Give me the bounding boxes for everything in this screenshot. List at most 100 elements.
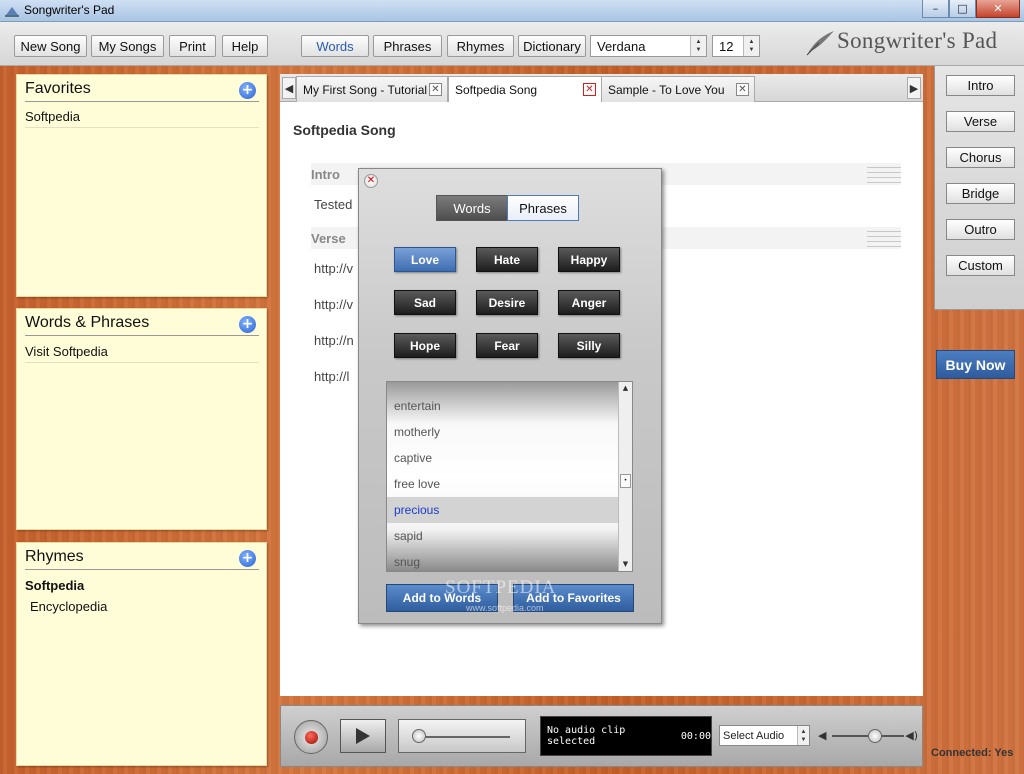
app-icon (5, 7, 19, 17)
select-audio-spin-icon[interactable]: ▲ ▼ (797, 726, 809, 745)
favorite-item[interactable]: Softpedia (25, 109, 259, 128)
list-item[interactable]: entertain (387, 393, 619, 419)
dictionary-mode-button[interactable]: Dictionary (518, 35, 586, 57)
font-select[interactable]: Verdana ▲ ▼ (590, 35, 707, 57)
font-select-value: Verdana (597, 38, 646, 54)
seek-slider[interactable] (398, 719, 526, 753)
add-rhyme-icon[interactable]: + (239, 550, 256, 567)
lyric-line[interactable]: http://l (314, 369, 349, 384)
buy-now-button[interactable]: Buy Now (936, 350, 1015, 379)
audio-player: No audio clip selected 00:00 Select Audi… (280, 705, 923, 767)
record-button[interactable] (294, 720, 328, 754)
window-title: Songwriter's Pad (24, 3, 115, 17)
print-button[interactable]: Print (169, 35, 216, 57)
words-mode-button[interactable]: Words (301, 35, 369, 57)
close-tab-icon[interactable]: ✕ (736, 83, 749, 96)
tab-scroll-left-icon[interactable]: ◀ (282, 77, 296, 99)
tab-label: Softpedia Song (455, 82, 538, 97)
phrases-toggle[interactable]: Phrases (507, 195, 579, 221)
close-tab-icon[interactable]: ✕ (583, 83, 596, 96)
close-popup-icon[interactable]: ✕ (364, 174, 378, 188)
rhyme-item[interactable]: Softpedia (25, 578, 259, 596)
close-tab-icon[interactable]: ✕ (429, 83, 442, 96)
lyric-line[interactable]: http://n (314, 333, 354, 348)
mood-love-button[interactable]: Love (394, 247, 456, 272)
rhymes-mode-button[interactable]: Rhymes (447, 35, 514, 57)
mood-anger-button[interactable]: Anger (558, 290, 620, 315)
my-songs-button[interactable]: My Songs (91, 35, 164, 57)
word-list[interactable]: entertain motherly captive free love pre… (386, 381, 633, 572)
lyric-line[interactable]: http://v (314, 297, 353, 312)
watermark-url: www.softpedia.com (466, 603, 544, 613)
help-button[interactable]: Help (222, 35, 268, 57)
tab-softpedia-song[interactable]: Softpedia Song ✕ (448, 76, 602, 102)
rhymes-title: Rhymes (25, 548, 259, 570)
seek-handle[interactable] (411, 729, 426, 743)
audio-status-text: No audio clip selected (547, 725, 626, 747)
tab-my-first-song[interactable]: My First Song - Tutorial ✕ (296, 76, 448, 102)
favorites-panel: Favorites + Softpedia (16, 74, 267, 297)
chorus-section-button[interactable]: Chorus (946, 147, 1015, 168)
outro-section-button[interactable]: Outro (946, 219, 1015, 240)
seek-track (414, 736, 510, 738)
lyric-line[interactable]: http://v (314, 261, 353, 276)
list-item[interactable]: snug (387, 549, 619, 571)
tab-sample-to-love-you[interactable]: Sample - To Love You ✕ (601, 76, 755, 102)
tab-label: My First Song - Tutorial (303, 82, 428, 97)
song-title[interactable]: Softpedia Song (293, 122, 396, 138)
close-button[interactable]: ✕ (976, 0, 1020, 18)
word-finder-popup: ✕ Words Phrases Love Hate Happy Sad Desi… (358, 168, 662, 624)
font-size-select[interactable]: 12 ▲ ▼ (712, 35, 760, 57)
list-item[interactable]: free love (387, 471, 619, 497)
list-item[interactable]: sapid (387, 523, 619, 549)
mood-desire-button[interactable]: Desire (476, 290, 538, 315)
drag-handle-icon[interactable] (867, 163, 901, 185)
font-spin-icon[interactable]: ▲ ▼ (690, 36, 706, 56)
verse-section-button[interactable]: Verse (946, 111, 1015, 132)
scroll-up-icon[interactable]: ▲ (619, 382, 632, 395)
bridge-section-button[interactable]: Bridge (946, 183, 1015, 204)
app-logo: Songwriter's Pad (805, 28, 997, 56)
custom-section-button[interactable]: Custom (946, 255, 1015, 276)
words-toggle[interactable]: Words (436, 195, 508, 221)
word-list-scrollbar[interactable]: ▲ • ▼ (618, 382, 632, 571)
maximize-button[interactable]: □ (949, 0, 976, 18)
mood-hate-button[interactable]: Hate (476, 247, 538, 272)
words-phrases-panel: Words & Phrases + Visit Softpedia (16, 308, 267, 530)
mood-hope-button[interactable]: Hope (394, 333, 456, 358)
font-size-spin-icon[interactable]: ▲ ▼ (743, 36, 759, 56)
logo-text: Songwriter's Pad (837, 28, 998, 53)
list-item[interactable]: captive (387, 445, 619, 471)
mood-fear-button[interactable]: Fear (476, 333, 538, 358)
title-bar: Songwriter's Pad – □ ✕ (0, 0, 1024, 22)
word-phrase-item[interactable]: Visit Softpedia (25, 344, 259, 363)
audio-display: No audio clip selected 00:00 (540, 716, 712, 756)
toolbar: New Song My Songs Print Help Words Phras… (0, 22, 1024, 66)
volume-slider[interactable]: ◀ ◀) (818, 726, 918, 746)
play-button[interactable] (340, 719, 386, 753)
lyric-line[interactable]: Tested (314, 197, 352, 212)
mood-silly-button[interactable]: Silly (558, 333, 620, 358)
rhyme-item[interactable]: Encyclopedia (30, 599, 264, 617)
section-buttons-panel: Intro Verse Chorus Bridge Outro Custom (934, 66, 1024, 310)
list-item[interactable]: motherly (387, 419, 619, 445)
select-audio-dropdown[interactable]: Select Audio ▲ ▼ (719, 725, 810, 746)
drag-handle-icon[interactable] (867, 227, 901, 249)
intro-section-button[interactable]: Intro (946, 75, 1015, 96)
section-label: Intro (311, 167, 340, 182)
mood-sad-button[interactable]: Sad (394, 290, 456, 315)
audio-time: 00:00 (680, 730, 711, 742)
scroll-down-icon[interactable]: ▼ (619, 558, 632, 571)
phrases-mode-button[interactable]: Phrases (373, 35, 442, 57)
volume-handle[interactable] (868, 729, 883, 743)
list-item-selected[interactable]: precious (387, 497, 619, 523)
scrollbar-thumb[interactable]: • (620, 474, 631, 488)
rhymes-panel: Rhymes + Softpedia Encyclopedia (16, 542, 267, 766)
words-phrases-title: Words & Phrases (25, 314, 259, 336)
tab-scroll-right-icon[interactable]: ▶ (907, 77, 921, 99)
mood-happy-button[interactable]: Happy (558, 247, 620, 272)
new-song-button[interactable]: New Song (14, 35, 87, 57)
minimize-button[interactable]: – (922, 0, 949, 18)
add-word-phrase-icon[interactable]: + (239, 316, 256, 333)
add-favorite-icon[interactable]: + (239, 82, 256, 99)
